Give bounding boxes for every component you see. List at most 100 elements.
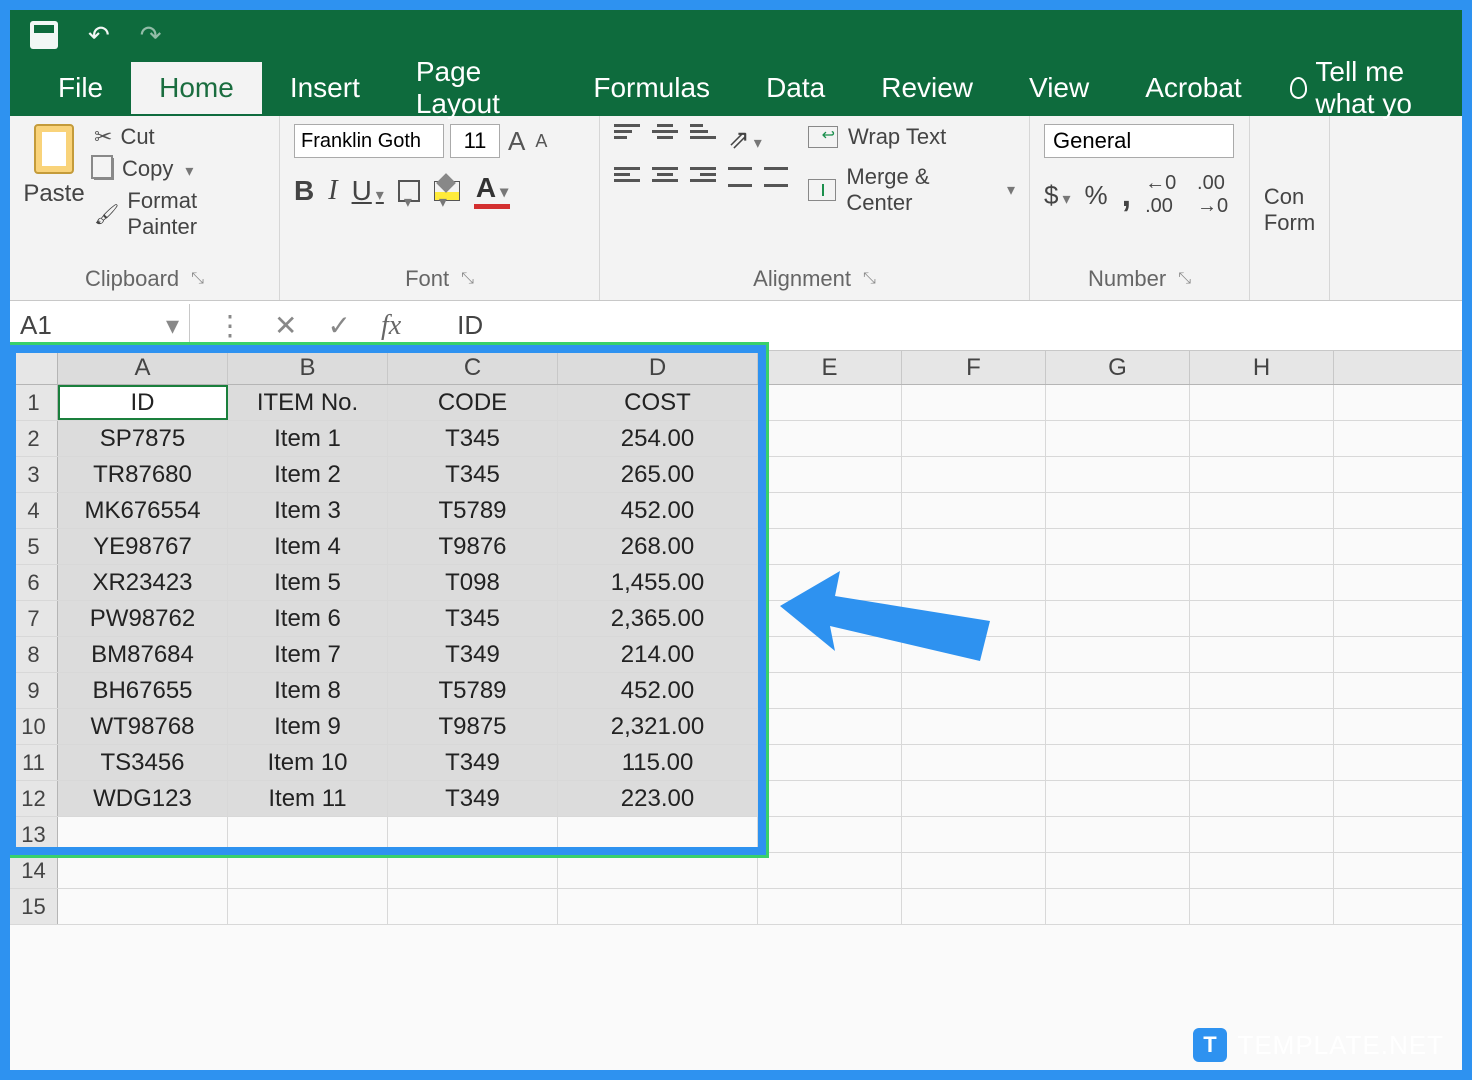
row-header[interactable]: 12 (10, 781, 58, 816)
cell[interactable] (758, 493, 902, 528)
cell[interactable] (758, 745, 902, 780)
cell[interactable]: Item 8 (228, 673, 388, 708)
cell[interactable] (1190, 745, 1334, 780)
row-header[interactable]: 13 (10, 817, 58, 852)
align-bottom-button[interactable] (690, 124, 716, 155)
tab-insert[interactable]: Insert (262, 62, 388, 114)
cell[interactable]: COST (558, 385, 758, 420)
cell[interactable]: 268.00 (558, 529, 758, 564)
cell[interactable]: T349 (388, 637, 558, 672)
cell[interactable] (758, 421, 902, 456)
cell[interactable] (1190, 817, 1334, 852)
row-header[interactable]: 9 (10, 673, 58, 708)
conditional-formatting-partial[interactable]: Con (1264, 184, 1304, 209)
cell[interactable]: T9876 (388, 529, 558, 564)
underline-button[interactable]: U (352, 175, 384, 207)
formula-input[interactable]: ID (427, 310, 483, 341)
cell[interactable]: WDG123 (58, 781, 228, 816)
cell[interactable] (758, 817, 902, 852)
cell[interactable] (1190, 709, 1334, 744)
cell[interactable] (388, 889, 558, 924)
cell[interactable] (1190, 385, 1334, 420)
decrease-indent-button[interactable] (728, 167, 752, 187)
cell[interactable] (902, 709, 1046, 744)
cell[interactable]: T345 (388, 457, 558, 492)
cell[interactable]: T349 (388, 781, 558, 816)
cell[interactable] (1046, 889, 1190, 924)
fx-icon[interactable]: fx (381, 310, 401, 342)
tab-acrobat[interactable]: Acrobat (1117, 62, 1270, 114)
cell[interactable] (1190, 421, 1334, 456)
cell[interactable] (1190, 853, 1334, 888)
orientation-button[interactable]: ⇗ (728, 124, 762, 155)
copy-button[interactable]: Copy (94, 156, 265, 182)
cell[interactable]: TR87680 (58, 457, 228, 492)
cell[interactable] (758, 781, 902, 816)
name-box[interactable]: A1 ▾ (10, 304, 190, 347)
dropdown-icon[interactable]: ⋮ (216, 309, 244, 342)
percent-button[interactable]: % (1085, 180, 1108, 211)
cell[interactable] (1046, 745, 1190, 780)
column-header[interactable]: G (1046, 351, 1190, 384)
cell[interactable]: Item 7 (228, 637, 388, 672)
row-header[interactable]: 14 (10, 853, 58, 888)
cell[interactable] (558, 889, 758, 924)
cell[interactable] (1190, 889, 1334, 924)
cell[interactable]: 2,365.00 (558, 601, 758, 636)
increase-font-icon[interactable]: A (506, 126, 527, 157)
cell[interactable]: T345 (388, 421, 558, 456)
cell[interactable]: MK676554 (58, 493, 228, 528)
cell[interactable] (902, 493, 1046, 528)
cell[interactable] (902, 673, 1046, 708)
cell[interactable] (902, 421, 1046, 456)
italic-button[interactable]: I (328, 175, 337, 207)
cell[interactable] (1190, 637, 1334, 672)
row-header[interactable]: 7 (10, 601, 58, 636)
cell[interactable] (1190, 529, 1334, 564)
cell[interactable]: CODE (388, 385, 558, 420)
cell[interactable] (758, 853, 902, 888)
cell[interactable]: Item 6 (228, 601, 388, 636)
cell[interactable] (1190, 673, 1334, 708)
tab-data[interactable]: Data (738, 62, 853, 114)
font-size-input[interactable] (450, 124, 500, 158)
cell[interactable] (1190, 493, 1334, 528)
row-header[interactable]: 8 (10, 637, 58, 672)
increase-indent-button[interactable] (764, 167, 788, 187)
cell[interactable]: TS3456 (58, 745, 228, 780)
row-header[interactable]: 15 (10, 889, 58, 924)
cell[interactable]: T345 (388, 601, 558, 636)
cell[interactable]: Item 4 (228, 529, 388, 564)
cell[interactable] (1046, 781, 1190, 816)
cell[interactable] (902, 529, 1046, 564)
redo-icon[interactable]: ↷ (140, 20, 162, 51)
cell[interactable] (758, 457, 902, 492)
cell[interactable] (58, 889, 228, 924)
cell[interactable]: Item 10 (228, 745, 388, 780)
cell[interactable] (1046, 817, 1190, 852)
cell[interactable] (758, 709, 902, 744)
cell[interactable]: 214.00 (558, 637, 758, 672)
cell[interactable]: BH67655 (58, 673, 228, 708)
cell[interactable]: 254.00 (558, 421, 758, 456)
dialog-launcher-icon[interactable]: ⤡ (461, 270, 474, 288)
cell[interactable] (902, 385, 1046, 420)
format-painter-button[interactable]: Format Painter (94, 188, 265, 240)
cell[interactable]: PW98762 (58, 601, 228, 636)
cell[interactable] (1046, 709, 1190, 744)
align-left-button[interactable] (614, 167, 640, 187)
align-middle-button[interactable] (652, 124, 678, 155)
font-color-button[interactable]: A (474, 172, 510, 209)
align-right-button[interactable] (690, 167, 716, 187)
bold-button[interactable]: B (294, 175, 314, 207)
cell[interactable]: 2,321.00 (558, 709, 758, 744)
cell[interactable] (1046, 673, 1190, 708)
currency-button[interactable]: $ (1044, 180, 1071, 211)
cell[interactable] (902, 781, 1046, 816)
cell[interactable] (902, 889, 1046, 924)
cell[interactable]: T5789 (388, 673, 558, 708)
tab-file[interactable]: File (30, 62, 131, 114)
cell[interactable] (228, 889, 388, 924)
row-header[interactable]: 3 (10, 457, 58, 492)
merge-center-button[interactable]: Merge & Center (808, 164, 1015, 216)
